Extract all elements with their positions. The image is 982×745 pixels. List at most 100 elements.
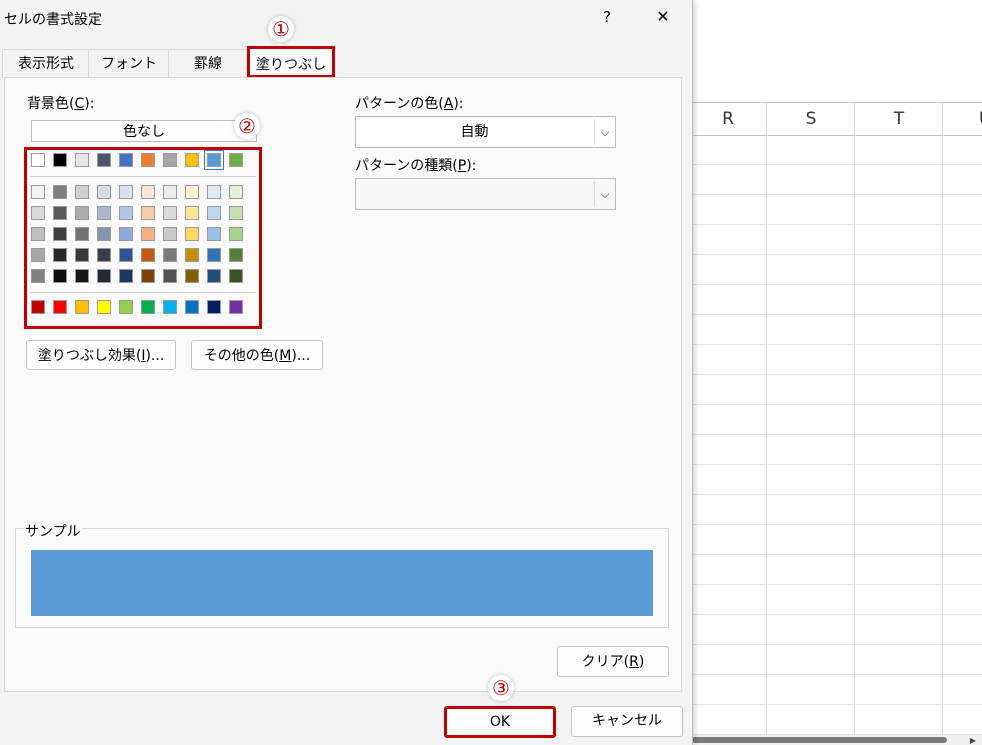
color-swatch-tint4-3[interactable] <box>75 248 89 262</box>
color-swatch-tint4-8[interactable] <box>185 248 199 262</box>
color-swatch-standard-9[interactable] <box>207 300 221 314</box>
color-swatch-tint3-6[interactable] <box>141 227 155 241</box>
color-swatch-tint3-10[interactable] <box>229 227 243 241</box>
column-header-t[interactable]: T <box>854 103 943 135</box>
tab-font[interactable]: フォント <box>88 49 170 78</box>
color-swatch-tint2-10[interactable] <box>229 206 243 220</box>
grid-row-line <box>690 584 982 585</box>
cancel-button[interactable]: キャンセル <box>571 706 683 737</box>
color-swatch-tint2-6[interactable] <box>141 206 155 220</box>
color-swatch-tint4-1[interactable] <box>31 248 45 262</box>
column-header-r[interactable]: R <box>690 103 766 135</box>
grid-row-line <box>690 554 982 555</box>
color-swatch-tint1-8[interactable] <box>185 185 199 199</box>
color-swatch-tint1-1[interactable] <box>31 185 45 199</box>
fill-effects-button[interactable]: 塗りつぶし効果(I)... <box>26 340 176 370</box>
color-swatch-tint2-8[interactable] <box>185 206 199 220</box>
color-swatch-theme-3[interactable] <box>75 153 89 167</box>
color-swatch-standard-2[interactable] <box>53 300 67 314</box>
color-swatch-tint5-3[interactable] <box>75 269 89 283</box>
color-swatch-tint5-6[interactable] <box>141 269 155 283</box>
color-swatch-tint3-3[interactable] <box>75 227 89 241</box>
color-swatch-tint3-4[interactable] <box>97 227 111 241</box>
color-swatch-tint5-4[interactable] <box>97 269 111 283</box>
close-button[interactable]: ✕ <box>650 4 676 30</box>
color-swatch-tint1-2[interactable] <box>53 185 67 199</box>
color-swatch-tint4-10[interactable] <box>229 248 243 262</box>
color-swatch-tint3-7[interactable] <box>163 227 177 241</box>
color-swatch-tint2-1[interactable] <box>31 206 45 220</box>
ok-button[interactable]: OK <box>444 706 556 738</box>
grid-row-line <box>690 674 982 675</box>
no-color-button[interactable]: 色なし <box>31 120 257 142</box>
color-swatch-tint1-7[interactable] <box>163 185 177 199</box>
scrollbar-thumb[interactable] <box>692 737 947 743</box>
tab-number[interactable]: 表示形式 <box>2 49 90 78</box>
color-swatch-theme-6[interactable] <box>141 153 155 167</box>
color-swatch-tint2-2[interactable] <box>53 206 67 220</box>
color-swatch-theme-4[interactable] <box>97 153 111 167</box>
help-button[interactable]: ? <box>596 4 618 30</box>
color-swatch-tint3-8[interactable] <box>185 227 199 241</box>
color-swatch-tint1-10[interactable] <box>229 185 243 199</box>
chevron-down-icon[interactable]: ⌵ <box>594 181 615 207</box>
color-swatch-tint4-2[interactable] <box>53 248 67 262</box>
clear-button[interactable]: クリア(R) <box>557 646 669 677</box>
color-swatch-tint5-8[interactable] <box>185 269 199 283</box>
spreadsheet-area: R S T U <box>690 0 982 745</box>
color-swatch-standard-6[interactable] <box>141 300 155 314</box>
color-swatch-theme-1[interactable] <box>31 153 45 167</box>
grid-row-line <box>690 704 982 705</box>
color-swatch-tint3-9[interactable] <box>207 227 221 241</box>
color-swatch-tint3-5[interactable] <box>119 227 133 241</box>
color-swatch-tint1-4[interactable] <box>97 185 111 199</box>
color-swatch-theme-5[interactable] <box>119 153 133 167</box>
grid-row-line <box>690 194 982 195</box>
color-swatch-tint4-9[interactable] <box>207 248 221 262</box>
color-swatch-tint1-3[interactable] <box>75 185 89 199</box>
column-header-u[interactable]: U <box>942 103 982 135</box>
color-swatch-tint1-5[interactable] <box>119 185 133 199</box>
color-swatch-standard-4[interactable] <box>97 300 111 314</box>
color-swatch-standard-3[interactable] <box>75 300 89 314</box>
color-swatch-theme-2[interactable] <box>53 153 67 167</box>
tab-border[interactable]: 罫線 <box>168 49 248 78</box>
color-swatch-tint2-3[interactable] <box>75 206 89 220</box>
color-swatch-theme-8[interactable] <box>185 153 199 167</box>
color-swatch-tint1-9[interactable] <box>207 185 221 199</box>
color-swatch-theme-10[interactable] <box>229 153 243 167</box>
color-swatch-standard-7[interactable] <box>163 300 177 314</box>
horizontal-scrollbar[interactable]: ▶ <box>690 735 982 745</box>
color-swatch-tint2-7[interactable] <box>163 206 177 220</box>
color-swatch-standard-8[interactable] <box>185 300 199 314</box>
color-swatch-theme-7[interactable] <box>163 153 177 167</box>
color-swatch-tint4-4[interactable] <box>97 248 111 262</box>
color-swatch-standard-1[interactable] <box>31 300 45 314</box>
color-swatch-tint5-10[interactable] <box>229 269 243 283</box>
color-swatch-tint3-1[interactable] <box>31 227 45 241</box>
color-swatch-tint1-6[interactable] <box>141 185 155 199</box>
chevron-down-icon[interactable]: ⌵ <box>594 119 615 145</box>
color-swatch-tint5-9[interactable] <box>207 269 221 283</box>
color-swatch-tint4-6[interactable] <box>141 248 155 262</box>
scroll-right-arrow-icon[interactable]: ▶ <box>970 736 976 745</box>
color-swatch-tint5-2[interactable] <box>53 269 67 283</box>
color-swatch-tint5-7[interactable] <box>163 269 177 283</box>
grid-row-line <box>690 164 982 165</box>
column-header-s[interactable]: S <box>766 103 855 135</box>
color-swatch-tint4-7[interactable] <box>163 248 177 262</box>
color-swatch-tint4-5[interactable] <box>119 248 133 262</box>
color-swatch-tint5-5[interactable] <box>119 269 133 283</box>
color-swatch-tint2-5[interactable] <box>119 206 133 220</box>
color-swatch-tint3-2[interactable] <box>53 227 67 241</box>
color-swatch-tint2-9[interactable] <box>207 206 221 220</box>
color-swatch-tint5-1[interactable] <box>31 269 45 283</box>
color-swatch-tint2-4[interactable] <box>97 206 111 220</box>
pattern-style-dropdown[interactable]: ⌵ <box>355 178 616 210</box>
color-swatch-standard-10[interactable] <box>229 300 243 314</box>
pattern-color-dropdown[interactable]: 自動 ⌵ <box>355 116 616 148</box>
color-swatch-theme-9[interactable] <box>204 150 224 170</box>
color-swatch-standard-5[interactable] <box>119 300 133 314</box>
more-colors-button[interactable]: その他の色(M)... <box>191 340 323 370</box>
tab-fill[interactable]: 塗りつぶし <box>247 46 335 78</box>
